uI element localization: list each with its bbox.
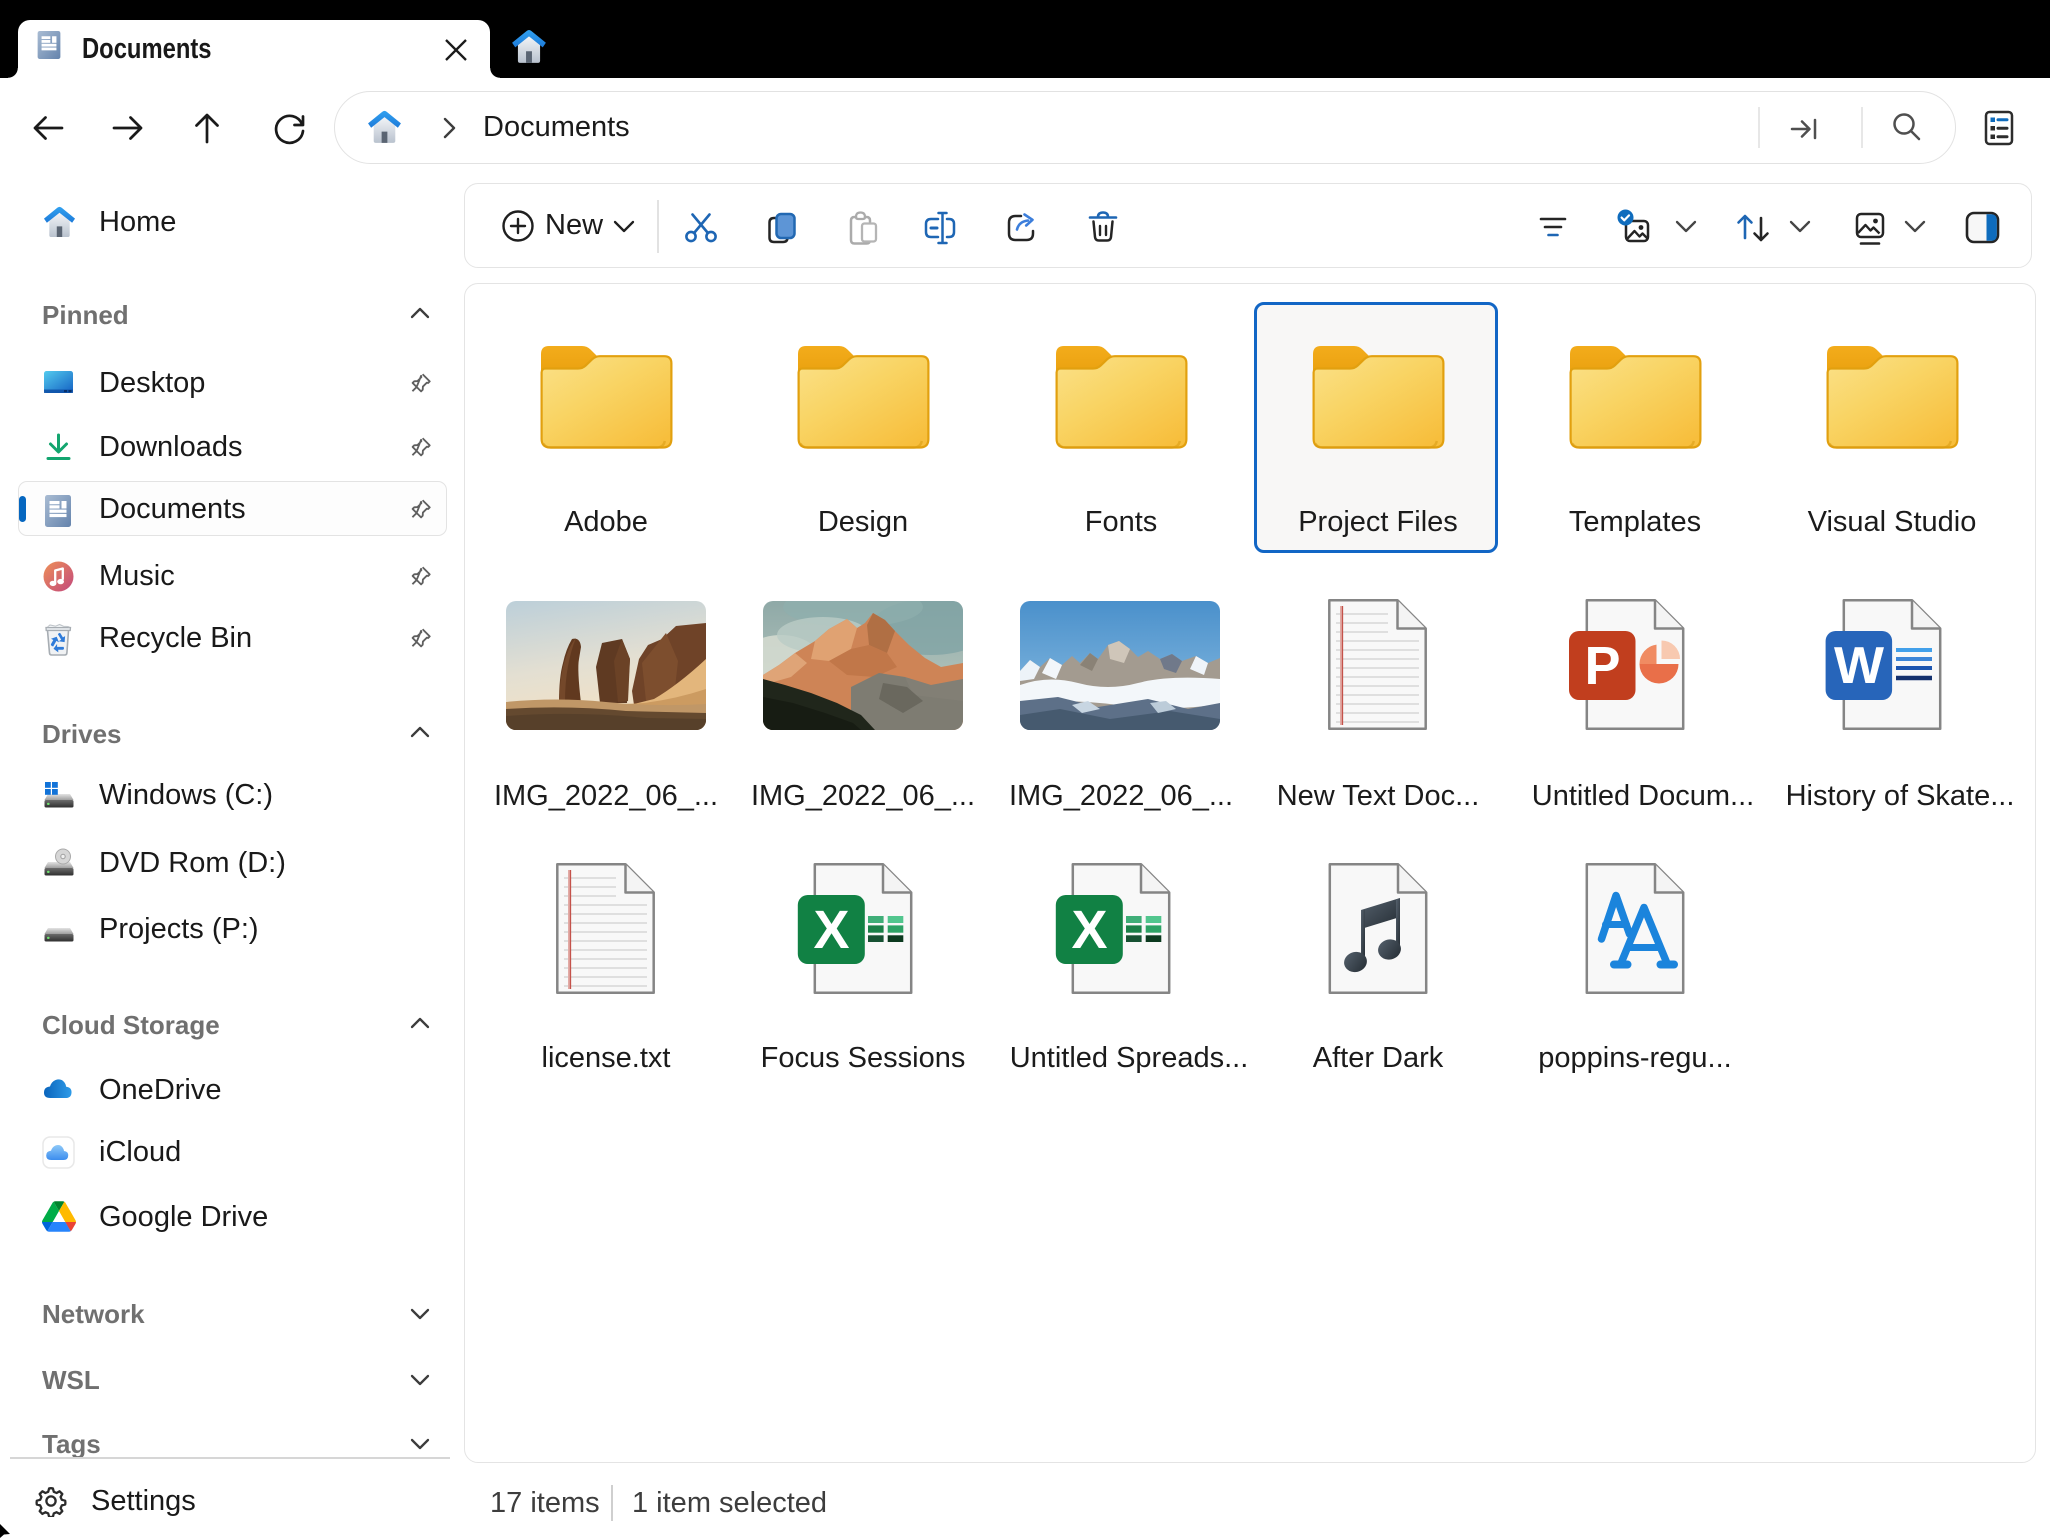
svg-text:P: P <box>1584 636 1620 696</box>
svg-text:X: X <box>813 900 849 960</box>
svg-text:W: W <box>1834 637 1885 695</box>
svg-text:X: X <box>1071 900 1107 960</box>
